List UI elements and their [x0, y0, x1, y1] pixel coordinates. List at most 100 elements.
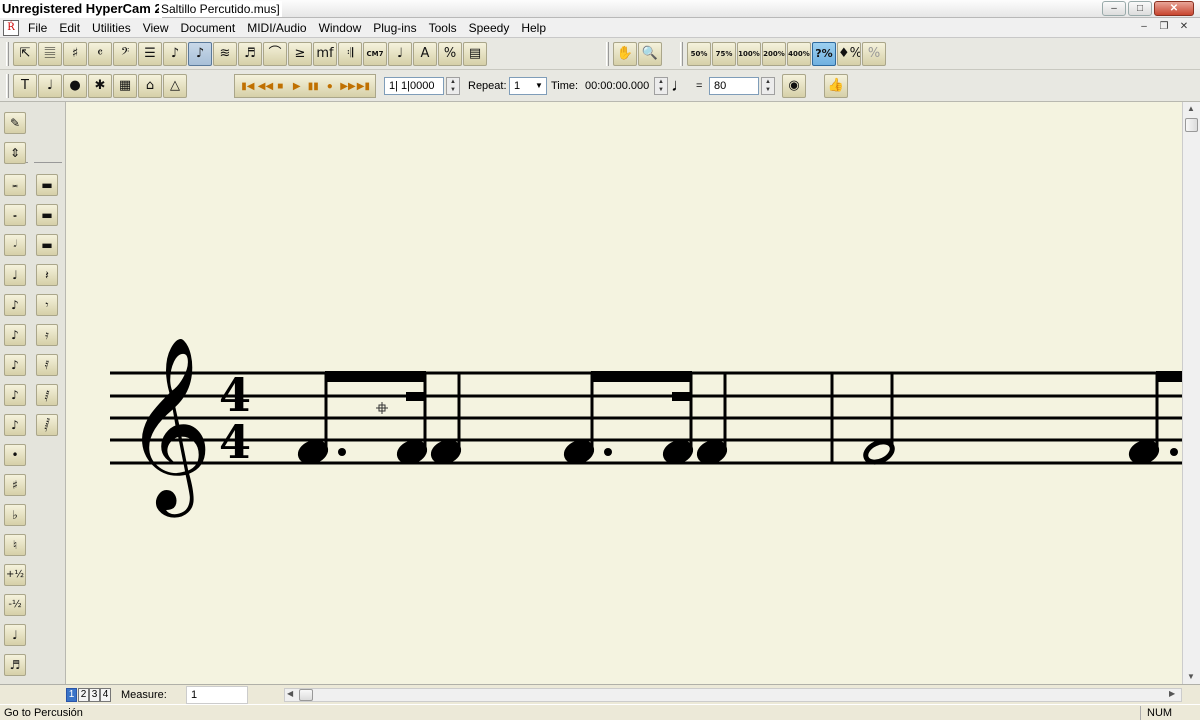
- scroll-right-icon[interactable]: ▶: [1169, 689, 1175, 698]
- horizontal-scroll-thumb[interactable]: [299, 689, 313, 701]
- tempo-note-icon[interactable]: ♩: [671, 74, 689, 96]
- repeat-tool-icon[interactable]: 𝄇: [338, 42, 362, 66]
- hyperscribe-icon[interactable]: ≋: [213, 42, 237, 66]
- clef-tool-icon[interactable]: 𝄢: [113, 42, 137, 66]
- menu-file[interactable]: File: [22, 18, 53, 38]
- doc-minimize-button[interactable]: –: [1136, 21, 1152, 35]
- toolbar-grip[interactable]: [606, 42, 609, 66]
- chevron-down-icon[interactable]: ▼: [535, 77, 543, 95]
- staff-tool-icon[interactable]: 𝄚: [38, 42, 62, 66]
- position-field[interactable]: 1| 1|0000: [384, 77, 444, 95]
- midi-tool-icon[interactable]: ⌂: [138, 74, 162, 98]
- rewind-to-start-icon[interactable]: ▮◀: [241, 81, 254, 92]
- time-signature-icon[interactable]: 𝄴: [88, 42, 112, 66]
- half-note-icon[interactable]: 𝅗𝅥: [4, 234, 26, 256]
- zoom-50-button[interactable]: 50%: [687, 42, 711, 66]
- menu-tools[interactable]: Tools: [423, 18, 463, 38]
- resize-tool-icon[interactable]: %: [438, 42, 462, 66]
- time-spinner[interactable]: ▲ ▼: [654, 77, 668, 95]
- sixty-fourth-rest-icon[interactable]: 𝅁: [36, 384, 58, 406]
- whole-note-icon[interactable]: 𝅝: [4, 204, 26, 226]
- toolbar-grip[interactable]: [6, 42, 9, 66]
- score-canvas[interactable]: 𝄞 4 4: [66, 102, 1182, 684]
- play-icon[interactable]: ▶: [291, 81, 303, 92]
- doc-close-button[interactable]: ✕: [1176, 21, 1192, 35]
- special-tools-icon[interactable]: ●: [63, 74, 87, 98]
- page-layout-icon[interactable]: ▤: [463, 42, 487, 66]
- tuplet-tool-icon[interactable]: ♬: [238, 42, 262, 66]
- menu-view[interactable]: View: [137, 18, 175, 38]
- ossia-tool-icon[interactable]: ✱: [88, 74, 112, 98]
- one-twenty-eighth-note-icon[interactable]: ♪: [4, 414, 26, 436]
- sixteenth-note-icon[interactable]: ♪: [4, 324, 26, 346]
- maximize-button[interactable]: □: [1128, 1, 1152, 16]
- chord-tool-icon[interactable]: CM7: [363, 42, 387, 66]
- half-step-down-icon[interactable]: -½: [4, 594, 26, 616]
- layer-1-button[interactable]: 1: [66, 688, 77, 702]
- measure-field[interactable]: 1: [186, 686, 248, 704]
- menu-window[interactable]: Window: [313, 18, 368, 38]
- menu-midi-audio[interactable]: MIDI/Audio: [241, 18, 312, 38]
- whole-rest-icon[interactable]: ▬: [36, 204, 58, 226]
- up-down-arrows-icon[interactable]: ⇕: [4, 142, 26, 164]
- menu-help[interactable]: Help: [515, 18, 552, 38]
- tempo-field[interactable]: 80: [709, 77, 759, 95]
- lyrics-tool-icon[interactable]: ♩: [388, 42, 412, 66]
- zoom-75-button[interactable]: 75%: [712, 42, 736, 66]
- tempo-tool-icon[interactable]: △: [163, 74, 187, 98]
- zoom-fit-button[interactable]: ♦%: [837, 42, 861, 66]
- sharp-icon[interactable]: ♯: [4, 474, 26, 496]
- natural-icon[interactable]: ♮: [4, 534, 26, 556]
- eighth-note-icon[interactable]: ♪: [4, 294, 26, 316]
- layer-2-button[interactable]: 2: [78, 688, 89, 702]
- vertical-scrollbar[interactable]: ▲ ▼: [1182, 102, 1200, 684]
- selection-tool-icon[interactable]: ⇱: [13, 42, 37, 66]
- double-whole-rest-icon[interactable]: ▬: [36, 174, 58, 196]
- vertical-scroll-thumb[interactable]: [1185, 118, 1198, 132]
- flat-icon[interactable]: ♭: [4, 504, 26, 526]
- tempo-spinner[interactable]: ▲ ▼: [761, 77, 775, 95]
- scroll-left-icon[interactable]: ◀: [287, 689, 293, 698]
- fast-forward-icon[interactable]: ▶▶: [340, 81, 355, 92]
- time-signature-bottom[interactable]: 4: [219, 415, 251, 469]
- thirty-second-note-icon[interactable]: ♪: [4, 354, 26, 376]
- zoom-percent-button[interactable]: %: [862, 42, 886, 66]
- half-rest-icon[interactable]: ▬: [36, 234, 58, 256]
- double-whole-note-icon[interactable]: 𝅜: [4, 174, 26, 196]
- minimize-button[interactable]: –: [1102, 1, 1126, 16]
- scroll-up-icon[interactable]: ▲: [1187, 104, 1195, 113]
- quarter-rest-icon[interactable]: 𝄽: [36, 264, 58, 286]
- sixteenth-rest-icon[interactable]: 𝄿: [36, 324, 58, 346]
- zoom-100-button[interactable]: 100%: [737, 42, 761, 66]
- stop-icon[interactable]: ■: [274, 81, 286, 92]
- scroll-down-icon[interactable]: ▼: [1187, 672, 1195, 681]
- position-spinner[interactable]: ▲ ▼: [446, 77, 460, 95]
- layer-4-button[interactable]: 4: [100, 688, 111, 702]
- menu-plug-ins[interactable]: Plug-ins: [367, 18, 422, 38]
- dot-icon[interactable]: •: [4, 444, 26, 466]
- treble-clef-icon[interactable]: 𝄞: [124, 336, 213, 518]
- speaker-icon[interactable]: ◉: [782, 74, 806, 98]
- toolbar-grip[interactable]: [680, 42, 683, 66]
- time-signature-top[interactable]: 4: [219, 368, 251, 422]
- smart-shape-icon[interactable]: ⌒: [263, 42, 287, 66]
- text-tool-icon[interactable]: A: [413, 42, 437, 66]
- half-step-up-icon[interactable]: +½: [4, 564, 26, 586]
- zoom-400-button[interactable]: 400%: [787, 42, 811, 66]
- measure-tool-icon[interactable]: ☰: [138, 42, 162, 66]
- doc-restore-button[interactable]: ❐: [1156, 21, 1172, 35]
- menu-speedy[interactable]: Speedy: [463, 18, 516, 38]
- thirty-second-rest-icon[interactable]: 𝅀: [36, 354, 58, 376]
- tie-icon[interactable]: ♩: [4, 624, 26, 646]
- one-twenty-eighth-rest-icon[interactable]: 𝅂: [36, 414, 58, 436]
- sixty-fourth-note-icon[interactable]: ♪: [4, 384, 26, 406]
- menu-document[interactable]: Document: [175, 18, 242, 38]
- zoom-custom-button[interactable]: ?%: [812, 42, 836, 66]
- pause-icon[interactable]: ▮▮: [307, 81, 319, 92]
- menu-edit[interactable]: Edit: [53, 18, 86, 38]
- horizontal-scrollbar[interactable]: ◀ ▶: [284, 688, 1182, 702]
- rewind-icon[interactable]: ◀◀: [258, 81, 273, 92]
- thumbs-up-icon[interactable]: 👍: [824, 74, 848, 98]
- graphics-tool-icon[interactable]: ▦: [113, 74, 137, 98]
- note-mover-icon[interactable]: ♩: [38, 74, 62, 98]
